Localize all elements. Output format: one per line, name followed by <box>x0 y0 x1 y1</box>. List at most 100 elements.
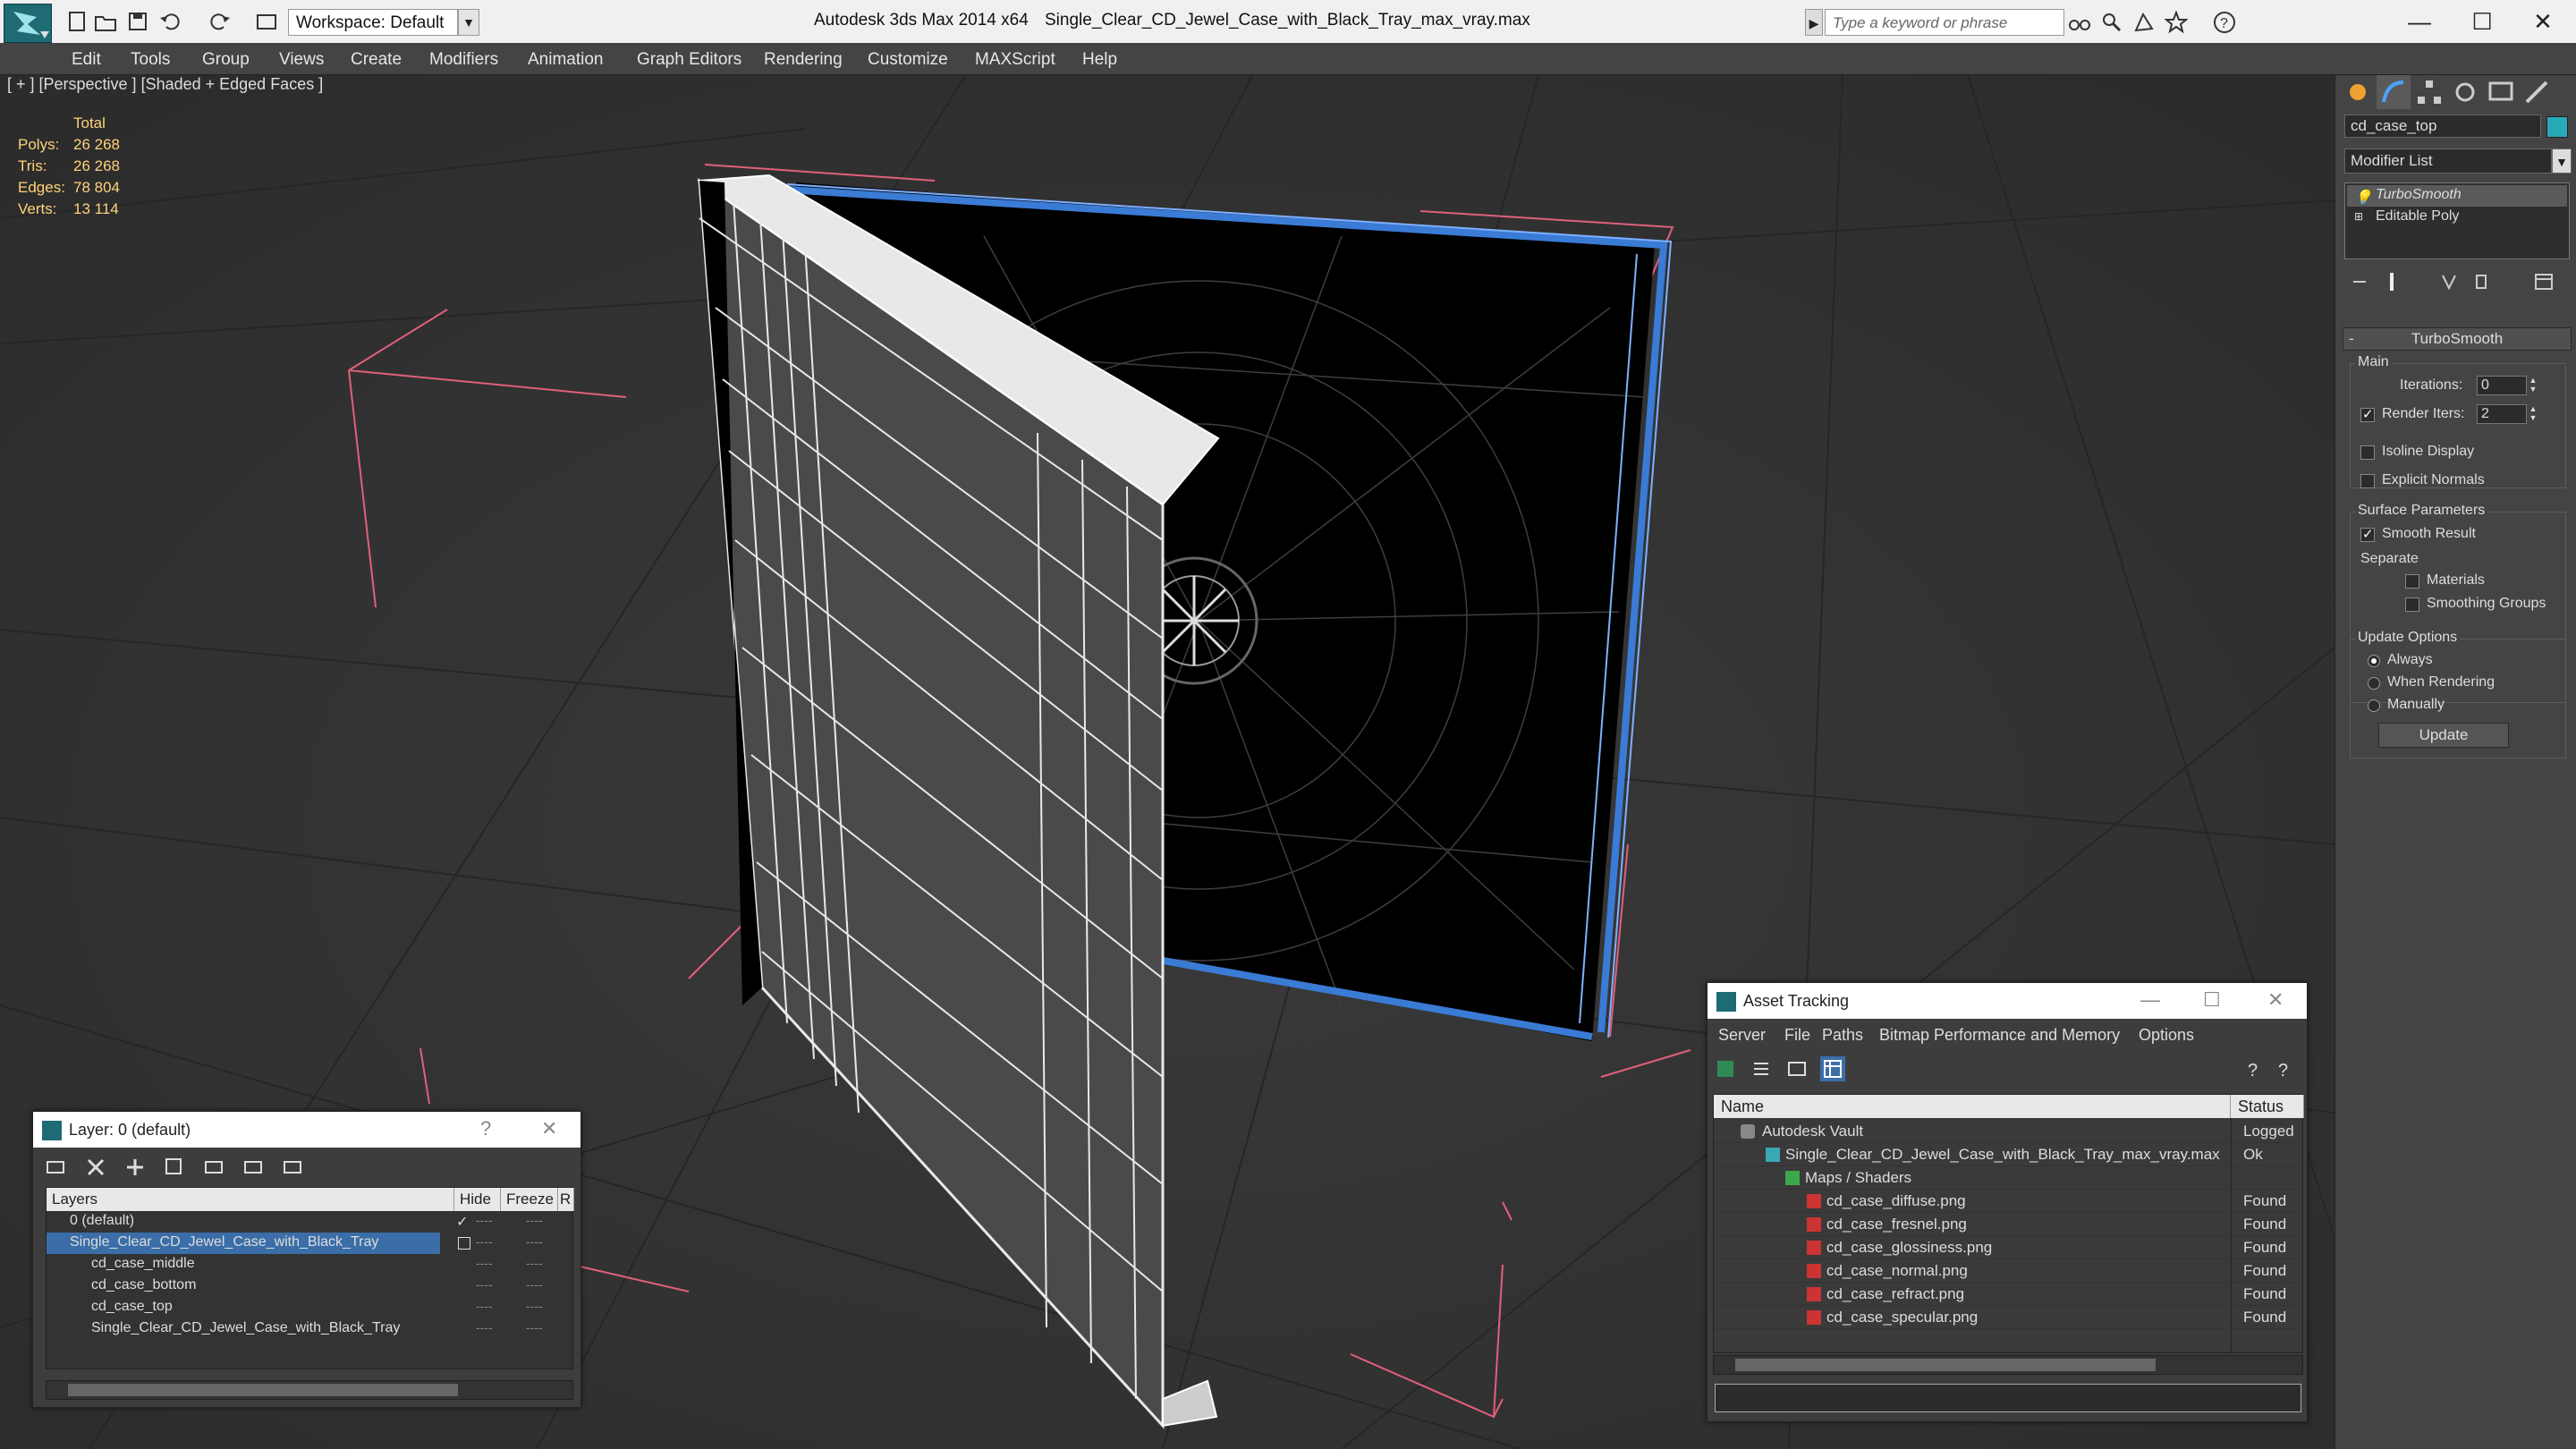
menu-server[interactable]: Server <box>1718 1026 1766 1045</box>
freeze-toggle[interactable]: ---- <box>526 1299 543 1313</box>
modifier-list-arrow-icon[interactable]: ▼ <box>2552 148 2572 174</box>
table-row[interactable]: Maps / Shaders <box>1714 1166 2304 1190</box>
table-row[interactable]: Single_Clear_CD_Jewel_Case_with_Black_Tr… <box>47 1233 440 1254</box>
always-radio[interactable] <box>2368 655 2380 667</box>
communication-center-icon[interactable] <box>2132 11 2156 34</box>
stack-item-turbosmooth[interactable]: 💡 TurboSmooth <box>2347 185 2567 207</box>
help-button[interactable]: ? <box>480 1117 491 1140</box>
table-row[interactable]: 0 (default) ✓ ---- ---- <box>47 1211 574 1233</box>
table-row[interactable]: cd_case_middle ---- ---- <box>47 1254 574 1275</box>
table-row[interactable]: cd_case_bottom ---- ---- <box>47 1275 574 1297</box>
help-icon[interactable]: ? <box>2213 11 2236 34</box>
freeze-toggle[interactable]: ---- <box>526 1256 543 1270</box>
horizontal-scrollbar[interactable] <box>46 1380 573 1400</box>
utilities-tab-icon[interactable] <box>2520 75 2554 109</box>
hide-toggle[interactable]: ---- <box>476 1299 493 1313</box>
delete-layer-icon[interactable] <box>83 1155 108 1180</box>
add-to-layer-icon[interactable] <box>123 1155 148 1180</box>
motion-tab-icon[interactable] <box>2448 75 2482 109</box>
search-input[interactable]: Type a keyword or phrase <box>1825 9 2064 36</box>
save-file-icon[interactable] <box>125 9 150 34</box>
table-row[interactable]: cd_case_normal.png Found <box>1714 1259 2304 1283</box>
object-name-input[interactable]: cd_case_top <box>2344 114 2541 138</box>
undo-icon[interactable] <box>157 9 182 34</box>
column-header-name[interactable]: Name <box>1714 1095 2231 1118</box>
close-button[interactable]: ✕ <box>541 1117 557 1140</box>
menu-edit[interactable]: Edit <box>72 50 101 70</box>
scrollbar-thumb[interactable] <box>1735 1359 2156 1371</box>
show-end-result-icon[interactable] <box>2380 270 2403 293</box>
close-button[interactable]: ✕ <box>2512 4 2574 39</box>
hide-toggle[interactable]: ---- <box>476 1256 493 1270</box>
asset-path-field[interactable] <box>1715 1384 2301 1412</box>
new-file-icon[interactable] <box>64 9 89 34</box>
table-row[interactable]: Single_Clear_CD_Jewel_Case_with_Black_Tr… <box>1714 1143 2304 1166</box>
menu-create[interactable]: Create <box>351 50 402 70</box>
table-row[interactable]: cd_case_refract.png Found <box>1714 1283 2304 1306</box>
hide-toggle[interactable]: ---- <box>476 1277 493 1292</box>
menu-paths[interactable]: Paths <box>1822 1026 1863 1045</box>
menu-rendering[interactable]: Rendering <box>764 50 843 70</box>
create-layer-icon[interactable] <box>44 1155 69 1180</box>
menu-options[interactable]: Options <box>2139 1026 2194 1045</box>
menu-modifiers[interactable]: Modifiers <box>429 50 498 70</box>
table-row[interactable]: cd_case_fresnel.png Found <box>1714 1213 2304 1236</box>
horizontal-scrollbar[interactable] <box>1713 1355 2303 1375</box>
column-header-layers[interactable]: Layers <box>47 1188 454 1211</box>
menu-file[interactable]: File <box>1784 1026 1810 1045</box>
remove-modifier-icon[interactable] <box>2470 270 2493 293</box>
column-header-freeze[interactable]: Freeze <box>501 1188 558 1211</box>
hide-toggle[interactable]: ---- <box>476 1213 493 1227</box>
workspace-dropdown-arrow-icon[interactable]: ▼ <box>458 9 479 36</box>
turbosmooth-rollout-header[interactable]: - TurboSmooth <box>2343 327 2572 351</box>
render-iters-spinner-arrows-icon[interactable]: ▲ ▼ <box>2527 404 2539 424</box>
smoothing-groups-checkbox[interactable] <box>2405 597 2419 612</box>
display-tab-icon[interactable] <box>2484 75 2518 109</box>
maximize-button[interactable]: ☐ <box>2451 4 2513 39</box>
manually-radio[interactable] <box>2368 699 2380 712</box>
vault-help-icon[interactable]: ? <box>2273 1056 2298 1081</box>
iterations-spinner[interactable]: 0 <box>2477 376 2527 395</box>
asset-dialog-titlebar[interactable]: Asset Tracking — ☐ ✕ <box>1707 983 2307 1019</box>
menu-animation[interactable]: Animation <box>528 50 604 70</box>
redo-icon[interactable] <box>208 9 233 34</box>
pin-stack-icon[interactable] <box>2348 270 2371 293</box>
column-header-render[interactable]: R <box>558 1188 574 1211</box>
create-tab-icon[interactable] <box>2341 75 2375 109</box>
menu-views[interactable]: Views <box>279 50 324 70</box>
layer-dialog-titlebar[interactable]: Layer: 0 (default) ? ✕ <box>33 1112 580 1148</box>
table-row[interactable]: cd_case_diffuse.png Found <box>1714 1190 2304 1213</box>
table-row[interactable]: cd_case_specular.png Found <box>1714 1306 2304 1329</box>
isoline-display-checkbox[interactable] <box>2360 445 2375 460</box>
project-folder-icon[interactable] <box>254 9 279 34</box>
freeze-toggle[interactable]: ---- <box>526 1320 543 1335</box>
menu-customize[interactable]: Customize <box>868 50 948 70</box>
app-logo-icon[interactable] <box>4 4 52 43</box>
list-view-icon[interactable] <box>1749 1056 1774 1081</box>
maximize-button[interactable]: ☐ <box>2203 988 2221 1012</box>
scrollbar-thumb[interactable] <box>68 1384 458 1396</box>
expand-plus-icon[interactable]: ⊞ <box>2354 210 2367 223</box>
explicit-normals-checkbox[interactable] <box>2360 474 2375 488</box>
menu-help[interactable]: Help <box>1082 50 1117 70</box>
hierarchy-tab-icon[interactable] <box>2412 75 2446 109</box>
menu-group[interactable]: Group <box>202 50 250 70</box>
favorites-star-icon[interactable] <box>2164 10 2189 34</box>
lightbulb-icon[interactable]: 💡 <box>2354 189 2372 206</box>
highlight-selected-layer-icon[interactable] <box>201 1155 226 1180</box>
close-button[interactable]: ✕ <box>2267 988 2284 1012</box>
menu-tools[interactable]: Tools <box>131 50 170 70</box>
when-rendering-radio[interactable] <box>2368 677 2380 690</box>
table-row[interactable]: Single_Clear_CD_Jewel_Case_with_Black_Tr… <box>47 1318 574 1340</box>
render-iters-checkbox[interactable] <box>2360 406 2375 422</box>
minimize-button[interactable]: — <box>2388 4 2451 39</box>
modify-tab-icon[interactable] <box>2377 75 2411 109</box>
subscription-icon[interactable] <box>2100 11 2123 34</box>
help-icon[interactable]: ? <box>2242 1056 2267 1081</box>
thumbnail-view-icon[interactable] <box>1784 1056 1809 1081</box>
make-unique-icon[interactable] <box>2437 270 2461 293</box>
menu-maxscript[interactable]: MAXScript <box>975 50 1055 70</box>
checkmark-icon[interactable]: ✓ <box>456 1213 468 1231</box>
open-file-icon[interactable] <box>93 9 118 34</box>
object-color-swatch[interactable] <box>2546 116 2568 138</box>
